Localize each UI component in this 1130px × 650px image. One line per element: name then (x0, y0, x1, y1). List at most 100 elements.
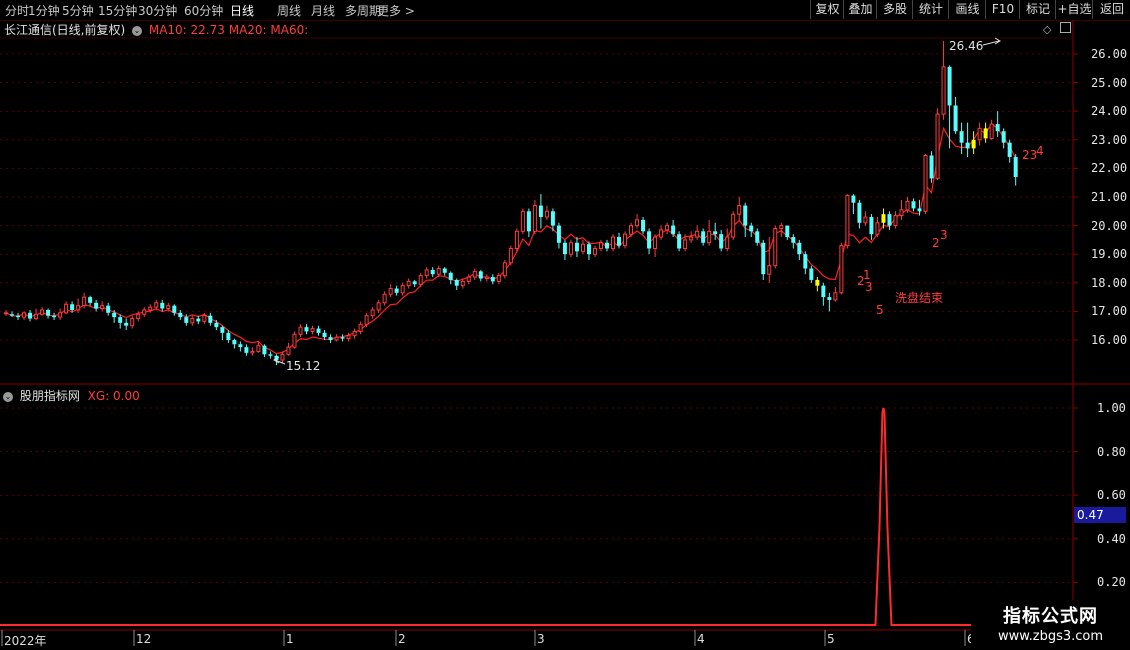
candle-body (586, 244, 591, 255)
candle-body (629, 225, 634, 235)
candle-body (208, 315, 213, 323)
candle-body (436, 268, 441, 275)
candle-body (478, 271, 483, 279)
candle-body (953, 105, 958, 132)
candle-body (887, 214, 892, 226)
candle (755, 228, 760, 246)
candle-body (64, 303, 69, 314)
candle-body (46, 309, 51, 316)
candle-body (322, 332, 327, 338)
candle-body (809, 268, 814, 280)
candle-body (544, 210, 549, 218)
candle-body (352, 330, 357, 337)
time-tick-label: 4 (697, 632, 705, 646)
candle-body (929, 155, 934, 179)
candle-body (568, 242, 573, 255)
candle-body (112, 312, 117, 318)
candle (845, 194, 850, 249)
candle-body (863, 216, 868, 224)
candle-body (653, 236, 658, 249)
time-tick-label: 12 (136, 632, 152, 646)
candle (592, 245, 597, 258)
candle-body (262, 345, 267, 355)
candle (268, 351, 273, 359)
price-tick-label: 25.00 (1091, 75, 1128, 90)
candle-body (4, 312, 8, 315)
candle (286, 342, 291, 356)
candle-body (124, 322, 129, 326)
watermark-title: 指标公式网 (1003, 606, 1098, 627)
candle (352, 328, 357, 339)
candle (695, 225, 700, 240)
candle (532, 199, 537, 235)
candle (574, 237, 579, 258)
candle-body (598, 242, 603, 249)
candle-body (400, 285, 405, 294)
candle-body (202, 315, 207, 322)
candle-body (659, 229, 664, 238)
candle-body (737, 205, 742, 215)
candle (304, 324, 309, 335)
candle (635, 214, 640, 229)
candle-body (406, 280, 411, 287)
candle-body (695, 230, 700, 238)
candle-body (875, 222, 880, 235)
price-tick-label: 20.00 (1091, 218, 1128, 233)
candle-body (34, 313, 39, 320)
candle (382, 291, 387, 306)
candle-body (520, 210, 525, 232)
candle-body (418, 275, 423, 285)
candle (34, 308, 39, 320)
candle (232, 338, 237, 349)
count-label: 2 (932, 236, 940, 250)
candle-body (292, 333, 297, 348)
candle-body (160, 302, 165, 309)
candle-body (532, 205, 537, 232)
candle (785, 225, 790, 240)
candle (719, 229, 724, 252)
candle-body (346, 335, 351, 340)
candle-body (454, 279, 459, 286)
candle-body (16, 315, 21, 318)
signal-candle (815, 277, 820, 292)
price-tick-label: 23.00 (1091, 132, 1128, 147)
candle (484, 274, 489, 282)
candle-body (58, 312, 63, 318)
candle (196, 315, 201, 325)
candle-body (562, 242, 567, 255)
candle-body (941, 66, 946, 115)
candle (292, 331, 297, 349)
candle-body (785, 225, 790, 238)
candle (899, 199, 904, 220)
candle (1001, 128, 1006, 149)
candle-body (803, 254, 808, 269)
low-price-label: 15.12 (286, 359, 321, 373)
candle (641, 217, 646, 235)
candle (64, 301, 69, 315)
candle (617, 232, 622, 249)
candle (472, 268, 477, 280)
candle-body (1007, 142, 1012, 157)
candle-body (472, 270, 477, 278)
count-label: 3 (940, 228, 948, 242)
candle-body (977, 127, 982, 141)
candle-body (911, 201, 916, 209)
candle-body (641, 219, 646, 232)
count-label: 23 (1022, 148, 1038, 162)
candle (208, 312, 213, 326)
watermark-url: www.zbgs3.com (997, 629, 1104, 644)
count-label: 3 (865, 280, 873, 294)
candle-body (755, 231, 760, 243)
candle-body (731, 213, 736, 238)
candle (394, 285, 399, 296)
kline-chart[interactable] (0, 0, 1130, 650)
candle-body (869, 217, 874, 235)
candle (562, 239, 567, 260)
candle-body (923, 155, 928, 212)
candle (995, 111, 1000, 137)
candle-body (334, 336, 339, 341)
candle-body (947, 66, 952, 106)
candle-body (256, 345, 261, 352)
candle (4, 309, 8, 316)
candle (911, 198, 916, 212)
